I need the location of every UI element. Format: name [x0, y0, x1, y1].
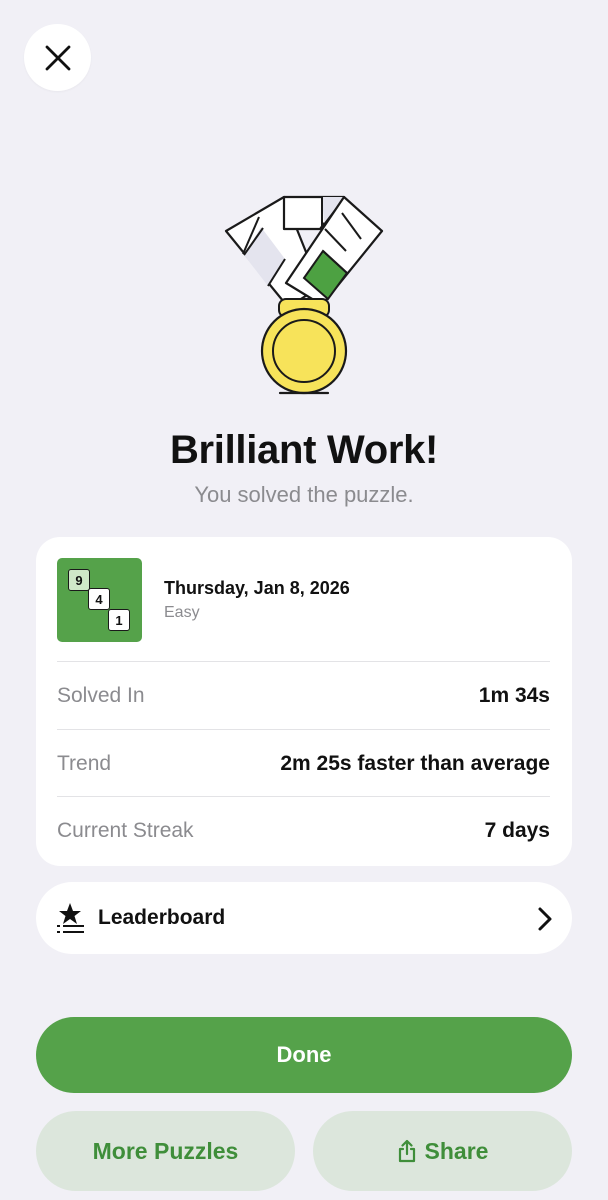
- leaderboard-label: Leaderboard: [98, 906, 226, 929]
- chevron-right-icon: [538, 907, 552, 931]
- stat-value: 1m 34s: [478, 683, 550, 707]
- leaderboard-icon: [57, 903, 84, 933]
- thumbnail-tile: 4: [88, 588, 110, 610]
- share-label: Share: [424, 1137, 489, 1164]
- puzzle-date: Thursday, Jan 8, 2026: [164, 578, 350, 598]
- done-button[interactable]: Done: [36, 1017, 572, 1093]
- stat-value: 7 days: [484, 818, 550, 842]
- more-puzzles-button[interactable]: More Puzzles: [36, 1111, 295, 1191]
- puzzle-difficulty: Easy: [164, 604, 200, 621]
- leaderboard-button[interactable]: Leaderboard: [36, 882, 572, 954]
- stat-value: 2m 25s faster than average: [280, 751, 550, 775]
- stat-label: Current Streak: [57, 818, 194, 842]
- stat-label: Solved In: [57, 683, 145, 707]
- page-subtitle: You solved the puzzle.: [194, 482, 414, 507]
- page-title: Brilliant Work!: [169, 428, 439, 472]
- stat-row-trend: Trend 2m 25s faster than average: [36, 730, 572, 797]
- medal-icon: [224, 195, 384, 395]
- puzzle-stats-card: 9 4 1 Thursday, Jan 8, 2026 Easy Solved …: [36, 537, 572, 866]
- share-button[interactable]: Share: [313, 1111, 572, 1191]
- thumbnail-tile: 1: [108, 609, 130, 631]
- stat-row-solved-in: Solved In 1m 34s: [36, 662, 572, 729]
- close-icon: [45, 45, 70, 70]
- close-button[interactable]: [24, 24, 91, 91]
- thumbnail-tile: 9: [68, 569, 90, 591]
- puzzle-header: 9 4 1 Thursday, Jan 8, 2026 Easy: [36, 537, 572, 661]
- share-icon: [398, 1139, 415, 1163]
- stat-row-current-streak: Current Streak 7 days: [36, 797, 572, 864]
- puzzle-thumbnail-icon: 9 4 1: [57, 558, 142, 642]
- stat-label: Trend: [57, 751, 112, 775]
- puzzle-complete-screen: Brilliant Work! You solved the puzzle. 9…: [0, 0, 608, 1200]
